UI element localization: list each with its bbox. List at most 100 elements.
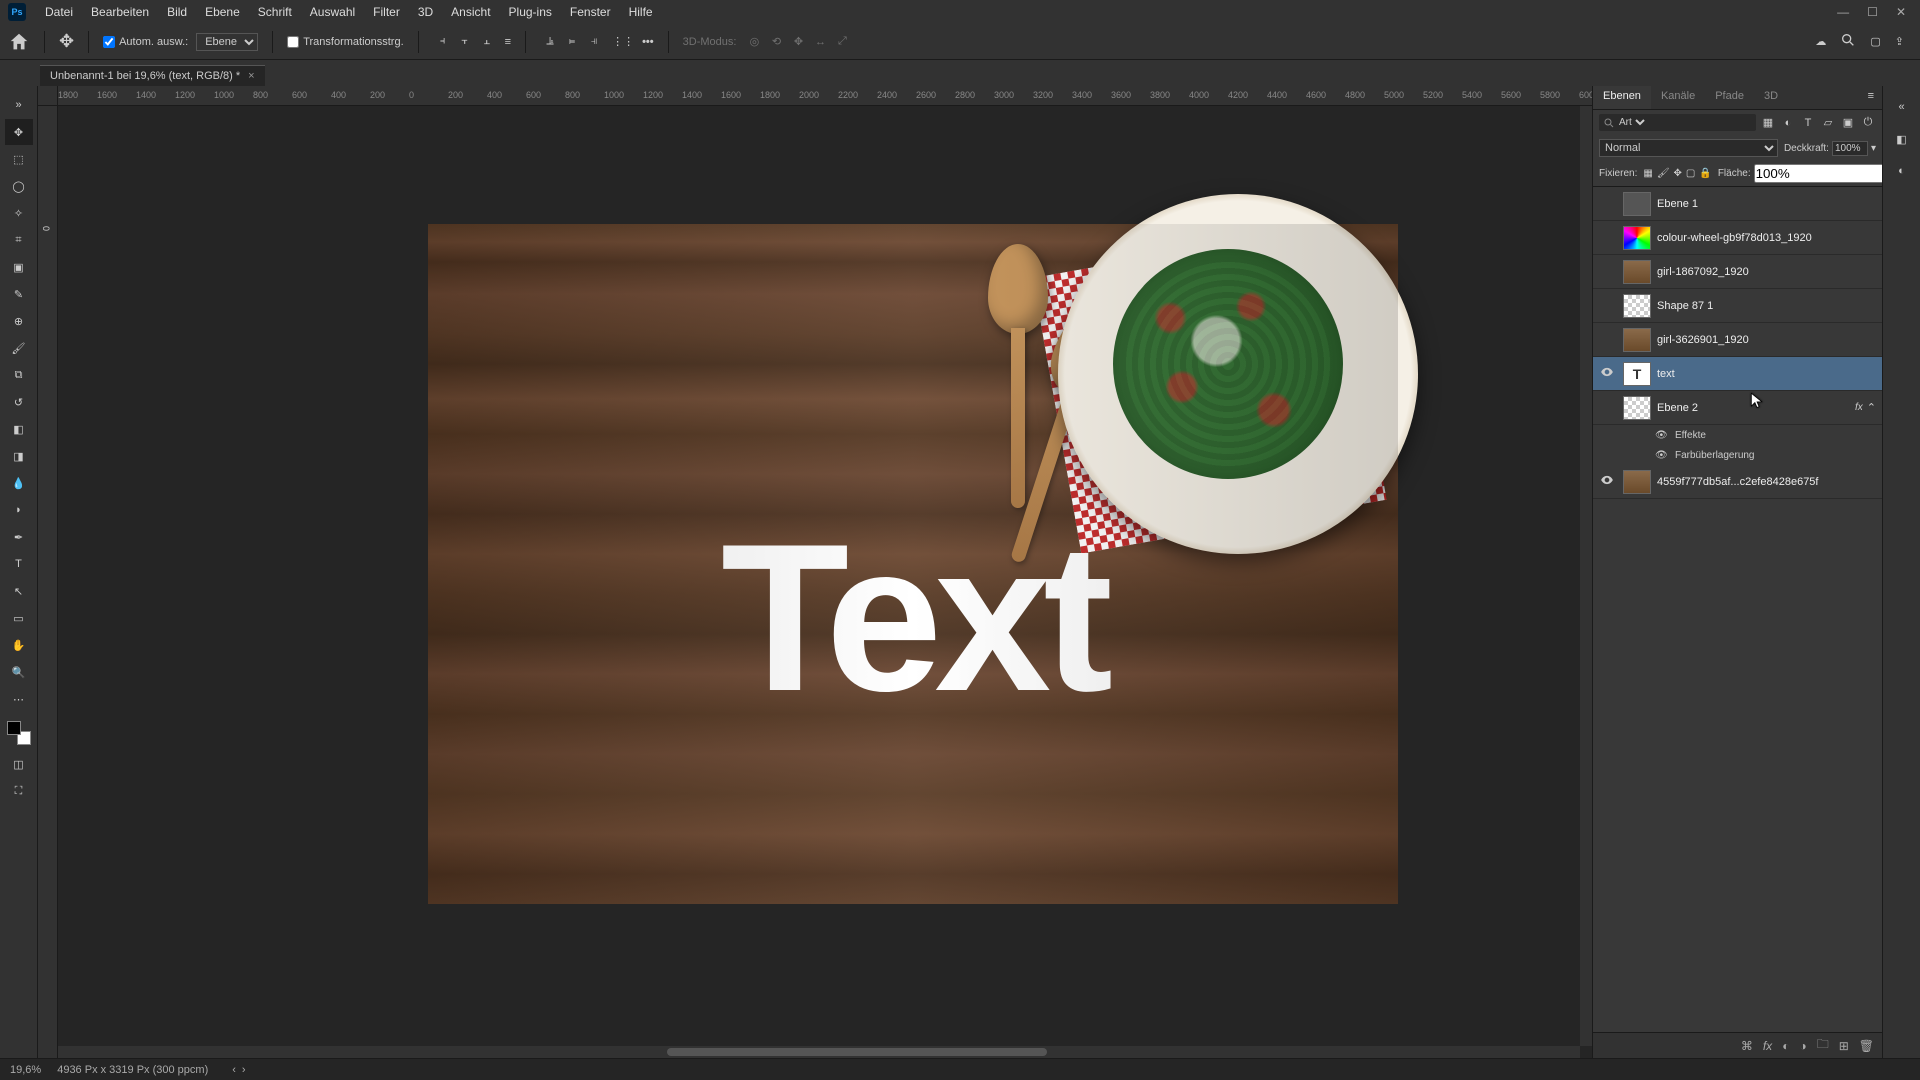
align-middle-icon[interactable]: ⫢ — [562, 32, 582, 52]
menu-plugins[interactable]: Plug-ins — [500, 5, 561, 19]
filter-pixel-icon[interactable]: ▦ — [1760, 115, 1776, 131]
document-tab[interactable]: Unbenannt-1 bei 19,6% (text, RGB/8) * × — [40, 65, 265, 86]
distribute-v-icon[interactable]: ⋮⋮ — [612, 35, 634, 48]
lasso-tool[interactable]: ◯ — [5, 173, 33, 199]
layer-fx-badge[interactable]: fx — [1855, 402, 1863, 413]
layer-visibility-icon[interactable] — [1597, 365, 1617, 382]
brush-tool[interactable]: 🖌 — [5, 335, 33, 361]
layer-row[interactable]: girl-3626901_1920 — [1593, 323, 1882, 357]
screen-mode-icon[interactable]: ⛶ — [5, 778, 33, 804]
auto-select-target[interactable]: Ebene — [196, 33, 258, 51]
align-top-icon[interactable]: ⫡ — [540, 32, 560, 52]
tab-kanale[interactable]: Kanäle — [1651, 86, 1705, 109]
layer-row[interactable]: 4559f777db5af...c2efe8428e675f — [1593, 465, 1882, 499]
align-right-icon[interactable]: ⫠ — [477, 32, 497, 52]
delete-layer-icon[interactable]: 🗑 — [1859, 1039, 1874, 1053]
align-center-h-icon[interactable]: ⫟ — [455, 32, 475, 52]
canvas-document[interactable]: Text — [428, 224, 1398, 904]
workspace-icon[interactable]: ▢ — [1870, 35, 1880, 48]
hand-tool[interactable]: ✋ — [5, 632, 33, 658]
share-icon[interactable]: ⇪ — [1895, 35, 1904, 48]
layer-row[interactable]: Ebene 2fx⌃ — [1593, 391, 1882, 425]
menu-bild[interactable]: Bild — [158, 5, 196, 19]
type-tool[interactable]: T — [5, 551, 33, 577]
layer-effect-item[interactable]: 👁Farbüberlagerung — [1593, 445, 1882, 465]
lock-paint-icon[interactable]: 🖌 — [1657, 168, 1670, 179]
crop-tool[interactable]: ⌗ — [5, 227, 33, 253]
marquee-tool[interactable]: ⬚ — [5, 146, 33, 172]
layer-row[interactable]: girl-1867092_1920 — [1593, 255, 1882, 289]
pen-tool[interactable]: ✒ — [5, 524, 33, 550]
clone-stamp-tool[interactable]: ⧉ — [5, 362, 33, 388]
cloud-docs-icon[interactable]: ☁ — [1815, 35, 1826, 48]
tab-ebenen[interactable]: Ebenen — [1593, 86, 1651, 109]
link-layers-icon[interactable]: ⌘ — [1741, 1039, 1753, 1053]
search-icon[interactable] — [1840, 32, 1856, 51]
menu-hilfe[interactable]: Hilfe — [620, 5, 662, 19]
fg-color-swatch[interactable] — [7, 721, 21, 735]
new-layer-icon[interactable]: ⊞ — [1839, 1039, 1849, 1053]
path-select-tool[interactable]: ↖ — [5, 578, 33, 604]
status-prev-icon[interactable]: ‹ — [232, 1064, 236, 1076]
blend-mode-select[interactable]: Normal — [1599, 139, 1778, 157]
layer-mask-icon[interactable]: ◐ — [1782, 1039, 1789, 1053]
blur-tool[interactable]: 💧 — [5, 470, 33, 496]
effect-visibility-icon[interactable]: 👁 — [1655, 450, 1669, 461]
layer-name[interactable]: Ebene 2 — [1657, 402, 1855, 414]
filter-type-icon[interactable]: T — [1800, 115, 1816, 131]
edit-toolbar-icon[interactable]: ⋯ — [5, 686, 33, 712]
status-next-icon[interactable]: › — [242, 1064, 246, 1076]
opacity-input[interactable] — [1832, 141, 1868, 156]
layer-name[interactable]: Shape 87 1 — [1657, 300, 1878, 312]
menu-ebene[interactable]: Ebene — [196, 5, 249, 19]
filter-adjust-icon[interactable]: ◐ — [1780, 115, 1796, 131]
window-close-icon[interactable]: ✕ — [1896, 5, 1906, 19]
filter-toggle-icon[interactable]: ⏻ — [1860, 115, 1876, 131]
home-icon[interactable] — [8, 31, 30, 53]
expand-dock-icon[interactable]: « — [1889, 94, 1915, 120]
layer-row[interactable]: Ttext — [1593, 357, 1882, 391]
menu-schrift[interactable]: Schrift — [249, 5, 301, 19]
layer-visibility-icon[interactable] — [1597, 473, 1617, 490]
tab-pfade[interactable]: Pfade — [1705, 86, 1754, 109]
shape-tool[interactable]: ▭ — [5, 605, 33, 631]
lock-artboard-icon[interactable]: ▢ — [1686, 168, 1695, 179]
lock-position-icon[interactable]: ✥ — [1674, 168, 1682, 179]
window-minimize-icon[interactable]: — — [1837, 5, 1849, 19]
transform-controls-checkbox[interactable]: Transformationsstrg. — [287, 36, 403, 48]
gradient-tool[interactable]: ◨ — [5, 443, 33, 469]
menu-bearbeiten[interactable]: Bearbeiten — [82, 5, 158, 19]
layer-thumbnail[interactable] — [1623, 396, 1651, 420]
move-tool-icon[interactable]: ✥ — [59, 31, 74, 52]
menu-ansicht[interactable]: Ansicht — [442, 5, 499, 19]
auto-select-checkbox[interactable]: Autom. ausw.: — [103, 36, 188, 48]
layer-search-field[interactable]: Art — [1599, 114, 1756, 131]
layer-name[interactable]: 4559f777db5af...c2efe8428e675f — [1657, 476, 1878, 488]
healing-brush-tool[interactable]: ⊕ — [5, 308, 33, 334]
new-group-icon[interactable]: 🗀 — [1817, 1035, 1829, 1056]
align-left-icon[interactable]: ⫞ — [433, 32, 453, 52]
horizontal-scrollbar[interactable] — [58, 1046, 1580, 1058]
panel-menu-icon[interactable]: ≡ — [1860, 86, 1882, 109]
eyedropper-tool[interactable]: ✎ — [5, 281, 33, 307]
zoom-level[interactable]: 19,6% — [10, 1064, 41, 1076]
layer-thumbnail[interactable] — [1623, 226, 1651, 250]
eraser-tool[interactable]: ◧ — [5, 416, 33, 442]
window-maximize-icon[interactable]: ☐ — [1867, 5, 1878, 19]
layer-name[interactable]: girl-1867092_1920 — [1657, 266, 1878, 278]
adjustment-layer-icon[interactable]: ◑ — [1799, 1039, 1806, 1053]
lock-pixels-icon[interactable]: ▦ — [1643, 168, 1652, 179]
dodge-tool[interactable]: ◗ — [5, 497, 33, 523]
more-options-icon[interactable]: ••• — [642, 36, 654, 48]
layer-thumbnail[interactable] — [1623, 260, 1651, 284]
layer-thumbnail[interactable] — [1623, 470, 1651, 494]
align-bottom-icon[interactable]: ⫣ — [584, 32, 604, 52]
menu-fenster[interactable]: Fenster — [561, 5, 620, 19]
zoom-tool[interactable]: 🔍 — [5, 659, 33, 685]
vertical-scrollbar[interactable] — [1580, 106, 1592, 1046]
layer-thumbnail[interactable] — [1623, 328, 1651, 352]
history-brush-tool[interactable]: ↺ — [5, 389, 33, 415]
move-tool[interactable]: ✥ — [5, 119, 33, 145]
tab-close-icon[interactable]: × — [248, 70, 254, 82]
layer-thumbnail[interactable] — [1623, 294, 1651, 318]
